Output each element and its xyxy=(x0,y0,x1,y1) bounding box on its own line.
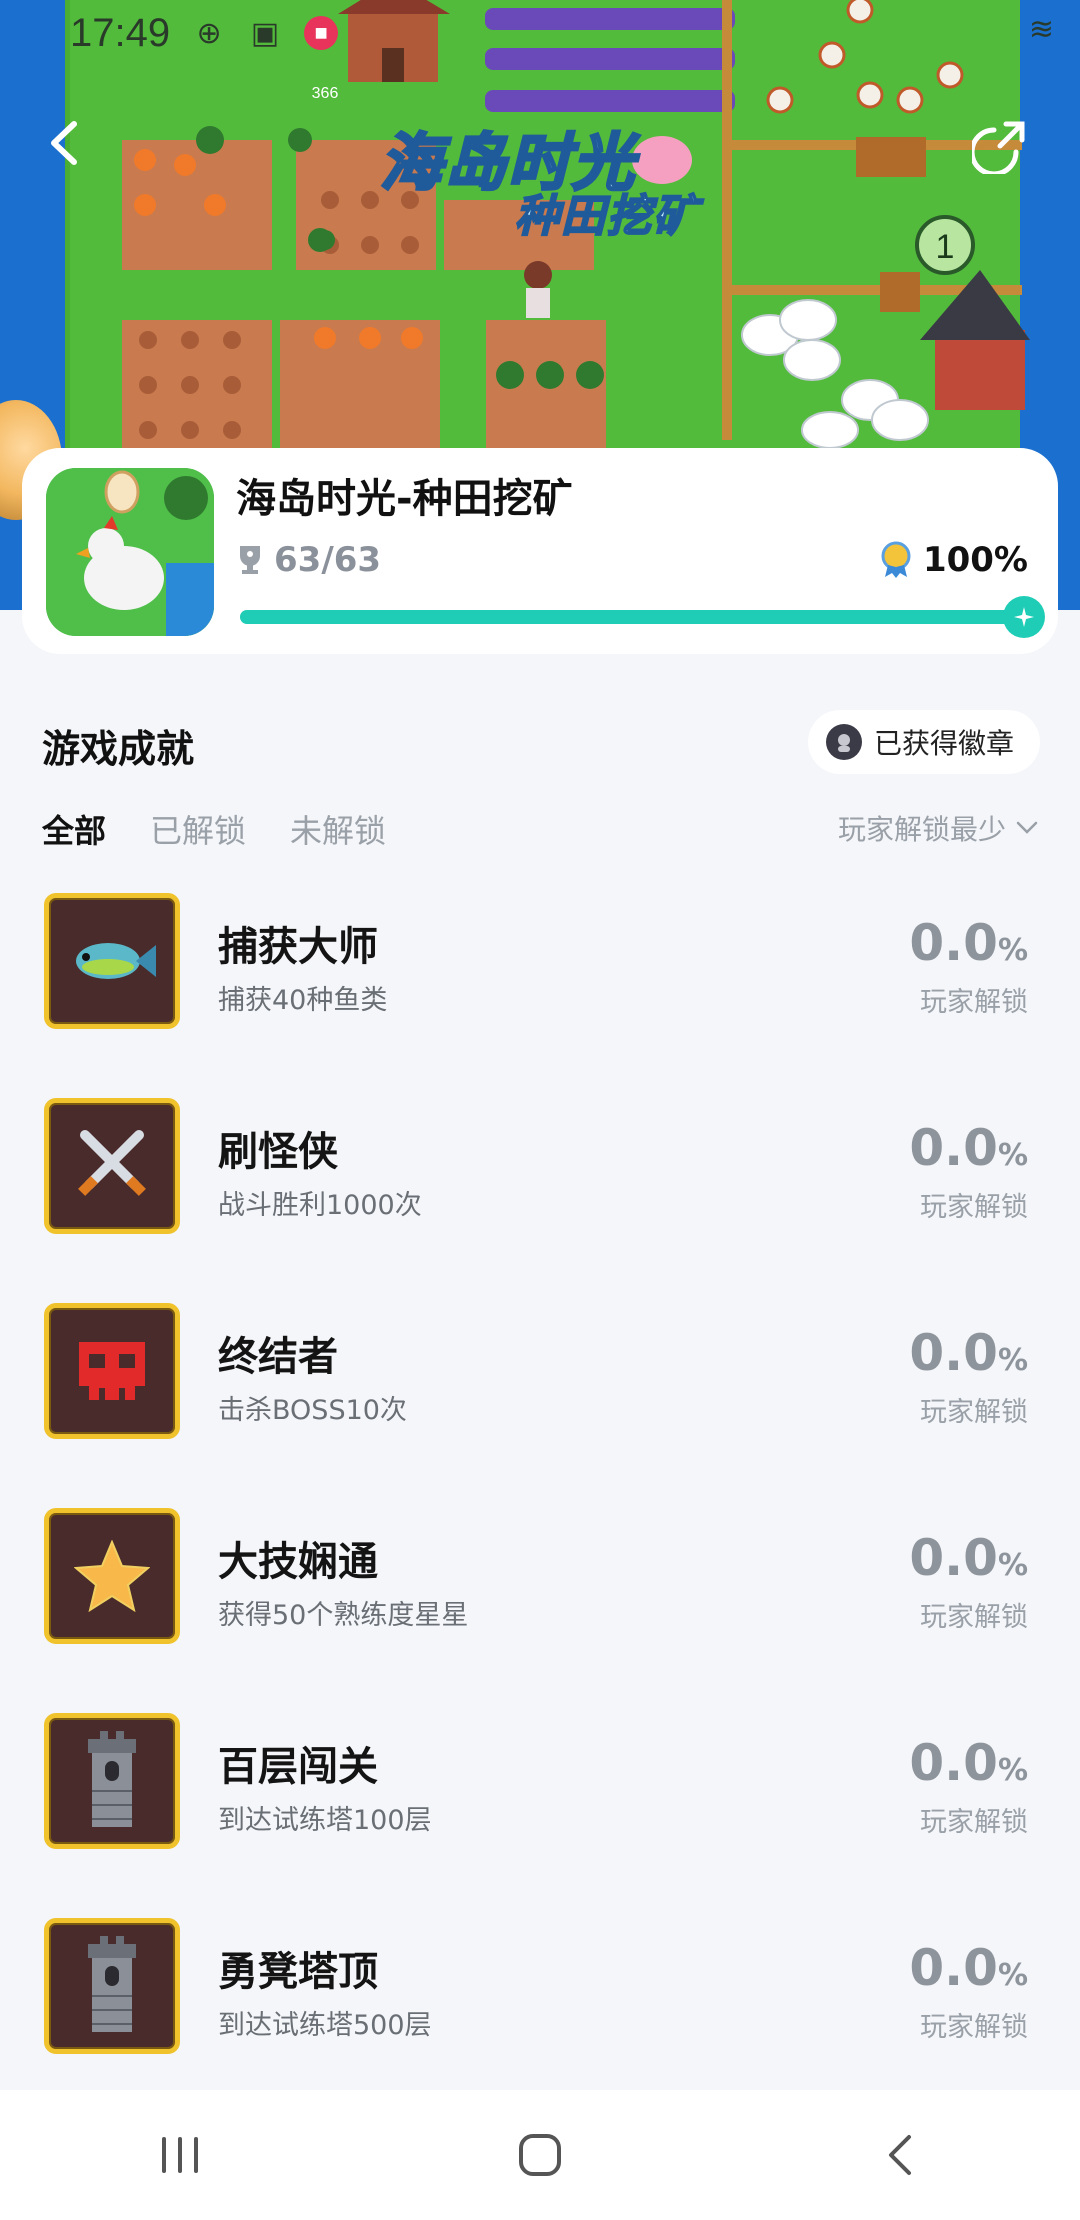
achievement-percent-label: 玩家解锁 xyxy=(920,1807,1028,1838)
achievement-name: 终结者 xyxy=(218,1334,338,1380)
achievement-percent: 0.0% xyxy=(909,1119,1028,1177)
sparkle-icon xyxy=(1014,607,1034,627)
earned-badges-button[interactable]: 已获得徽章 xyxy=(807,710,1040,774)
chevron-left-icon xyxy=(51,121,77,165)
sort-label: 玩家解锁最少 xyxy=(837,813,1006,846)
tab-all[interactable]: 全部 xyxy=(42,806,106,852)
back-arrow-icon xyxy=(889,2135,911,2175)
tab-locked[interactable]: 未解锁 xyxy=(290,806,386,852)
recent-apps-button[interactable] xyxy=(120,2110,240,2200)
achievement-percent: 0.0% xyxy=(909,1734,1028,1792)
tower-icon xyxy=(44,1713,180,1849)
trophy-count-row: 63/63 xyxy=(236,540,381,580)
achievement-description: 击杀BOSS10次 xyxy=(218,1395,407,1426)
sort-dropdown[interactable]: 玩家解锁最少 xyxy=(838,808,1038,848)
game-info-card: 海岛时光-种田挖矿 63/63 100% xyxy=(22,448,1058,654)
status-time: 17:49 xyxy=(70,10,171,55)
image-icon: ▣ xyxy=(250,16,280,50)
achievement-description: 到达试练塔100层 xyxy=(218,1805,432,1836)
progress-fill xyxy=(240,610,1024,624)
tab-unlocked[interactable]: 已解锁 xyxy=(150,806,246,852)
svg-text:366: 366 xyxy=(312,85,339,102)
crossed-swords-icon xyxy=(44,1098,180,1234)
chevron-down-icon xyxy=(1016,821,1038,834)
plus-circle-icon: ⊕ xyxy=(196,16,222,50)
achievement-list: 捕获大师 捕获40种鱼类 0.0% 玩家解锁 刷怪侠 战斗胜利1000次 0.0… xyxy=(0,890,1080,2120)
trophy-icon xyxy=(240,546,260,574)
achievement-name: 捕获大师 xyxy=(218,924,378,970)
system-back-button[interactable] xyxy=(840,2110,960,2200)
achievement-description: 战斗胜利1000次 xyxy=(218,1190,422,1221)
achievement-percent-label: 玩家解锁 xyxy=(920,2012,1028,2043)
achievement-item[interactable]: 终结者 击杀BOSS10次 0.0% 玩家解锁 xyxy=(0,1300,1080,1505)
system-navigation-bar xyxy=(0,2090,1080,2220)
shopping-bag-icon: ■ xyxy=(304,16,339,50)
medal-icon xyxy=(881,541,911,578)
hero-subtitle: 种田挖矿 xyxy=(514,190,699,243)
status-bar: 17:49 ⊕ ▣ ■ xyxy=(70,8,339,58)
recent-apps-icon xyxy=(162,2137,198,2173)
achievement-item[interactable]: 刷怪侠 战斗胜利1000次 0.0% 玩家解锁 xyxy=(0,1095,1080,1300)
home-icon xyxy=(519,2134,561,2176)
back-button[interactable] xyxy=(44,118,114,188)
achievement-description: 到达试练塔500层 xyxy=(218,2010,432,2041)
section-title: 游戏成就 xyxy=(42,727,195,771)
progress-end-icon xyxy=(1003,596,1045,638)
status-icons: ≋ xyxy=(1029,12,1054,47)
achievement-item[interactable]: 百层闯关 到达试练塔100层 0.0% 玩家解锁 xyxy=(0,1710,1080,1915)
svg-text:1: 1 xyxy=(936,228,955,266)
achievement-name: 勇凳塔顶 xyxy=(218,1949,378,1995)
achievement-percent: 0.0% xyxy=(909,914,1028,972)
trophy-count: 63/63 xyxy=(274,540,382,580)
achievement-item[interactable]: 捕获大师 捕获40种鱼类 0.0% 玩家解锁 xyxy=(0,890,1080,1095)
achievement-name: 百层闯关 xyxy=(218,1744,378,1790)
completion-percent: 100% xyxy=(922,540,1028,580)
game-title: 海岛时光-种田挖矿 xyxy=(236,476,573,522)
achievement-description: 捕获40种鱼类 xyxy=(218,985,388,1016)
share-icon xyxy=(972,121,1025,174)
game-app-icon[interactable] xyxy=(46,468,214,636)
tower-icon xyxy=(44,1918,180,2054)
achievement-percent-label: 玩家解锁 xyxy=(920,1192,1028,1223)
achievement-percent: 0.0% xyxy=(909,1939,1028,1997)
achievement-description: 获得50个熟练度星星 xyxy=(218,1600,469,1631)
earned-badges-label: 已获得徽章 xyxy=(873,727,1014,760)
completion-row: 100% xyxy=(879,540,1028,580)
achievement-percent-label: 玩家解锁 xyxy=(920,1602,1028,1633)
filter-tabs: 全部 已解锁 未解锁 xyxy=(42,806,386,852)
share-button[interactable] xyxy=(972,118,1042,188)
skull-icon xyxy=(44,1303,180,1439)
star-icon xyxy=(44,1508,180,1644)
achievement-percent: 0.0% xyxy=(909,1324,1028,1382)
chicken-icon xyxy=(46,468,214,636)
achievement-percent-label: 玩家解锁 xyxy=(920,1397,1028,1428)
badge-avatar-icon xyxy=(825,724,862,760)
wifi-icon: ≋ xyxy=(1028,12,1054,47)
achievement-name: 大技娴通 xyxy=(218,1539,378,1585)
achievement-percent-label: 玩家解锁 xyxy=(920,987,1028,1018)
fish-icon xyxy=(44,893,180,1029)
achievement-progress-bar xyxy=(240,596,1045,638)
home-button[interactable] xyxy=(480,2110,600,2200)
achievement-percent: 0.0% xyxy=(909,1529,1028,1587)
achievement-name: 刷怪侠 xyxy=(218,1129,338,1175)
achievement-item[interactable]: 大技娴通 获得50个熟练度星星 0.0% 玩家解锁 xyxy=(0,1505,1080,1710)
